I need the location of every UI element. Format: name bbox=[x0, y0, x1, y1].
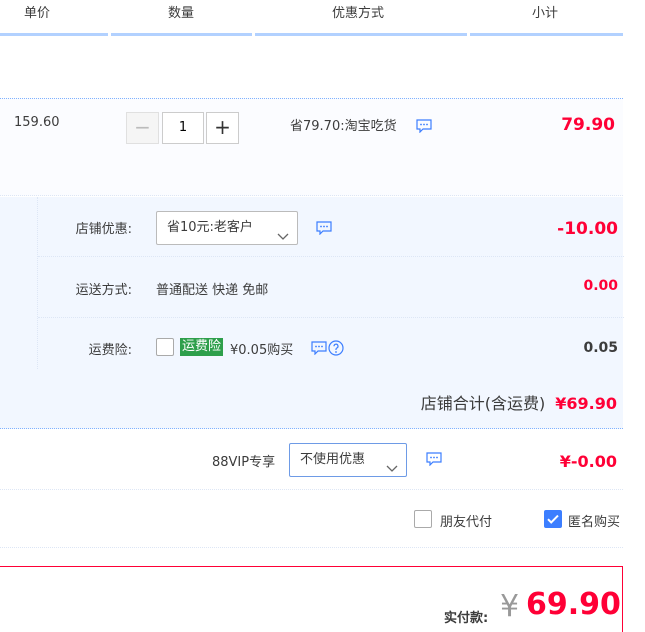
quantity-input[interactable]: 1 bbox=[162, 112, 204, 144]
insurance-label: 运费险: bbox=[88, 343, 132, 358]
chevron-down-icon bbox=[277, 223, 289, 240]
item-subtotal: 79.90 bbox=[561, 115, 615, 135]
anonymous-label: 匿名购买 bbox=[568, 515, 621, 530]
chat-icon[interactable] bbox=[416, 119, 432, 134]
vip-discount-select[interactable]: 不使用优惠 bbox=[289, 443, 407, 477]
chevron-down-icon bbox=[386, 455, 398, 472]
insurance-checkbox[interactable] bbox=[156, 338, 174, 356]
table-header: 单价 数量 优惠方式 小计 bbox=[0, 0, 623, 36]
payment-summary: 实付款: ¥ 69.90 bbox=[0, 566, 623, 632]
quantity-decrease-button[interactable]: − bbox=[126, 112, 159, 144]
quantity-increase-button[interactable]: + bbox=[206, 112, 239, 144]
header-divider bbox=[0, 33, 108, 36]
shop-section: 店铺优惠: 省10元:老客户 -10.00 运送方式: 普通配送 快递 免邮 0… bbox=[0, 197, 624, 429]
item-promo-text: 省79.70:淘宝吃货 bbox=[290, 119, 397, 134]
shop-discount-amount: -10.00 bbox=[557, 219, 618, 239]
shop-discount-select-value: 省10元:老客户 bbox=[167, 220, 253, 235]
shop-discount-row: 店铺优惠: 省10元:老客户 -10.00 bbox=[38, 197, 624, 257]
header-subtotal: 小计 bbox=[532, 6, 559, 21]
payment-label: 实付款: bbox=[444, 611, 489, 626]
shop-total-amount: ¥69.90 bbox=[555, 394, 617, 413]
header-quantity: 数量 bbox=[168, 6, 195, 21]
anonymous-checkbox[interactable] bbox=[544, 510, 562, 528]
insurance-tag: 运费险 bbox=[180, 338, 224, 356]
order-item-row: 159.60 − 1 + 省79.70:淘宝吃货 79.90 bbox=[0, 98, 623, 196]
shop-total-label: 店铺合计(含运费) bbox=[420, 394, 546, 413]
insurance-amount: 0.05 bbox=[583, 340, 618, 356]
item-unit-price: 159.60 bbox=[14, 115, 60, 130]
shipping-amount: 0.00 bbox=[583, 278, 618, 294]
vip-select-value: 不使用优惠 bbox=[300, 452, 366, 467]
vip-discount-amount: ¥-0.00 bbox=[559, 452, 617, 471]
vip-label: 88VIP专享 bbox=[212, 455, 276, 470]
shop-discount-select[interactable]: 省10元:老客户 bbox=[156, 211, 298, 245]
chat-icon[interactable] bbox=[311, 341, 327, 356]
chat-icon[interactable] bbox=[426, 452, 442, 467]
header-divider bbox=[470, 33, 623, 36]
payment-currency: ¥ bbox=[500, 589, 520, 624]
vip-discount-row: 88VIP专享 不使用优惠 ¥-0.00 bbox=[0, 430, 623, 490]
shop-discount-label: 店铺优惠: bbox=[75, 222, 132, 237]
header-discount-method: 优惠方式 bbox=[332, 6, 385, 21]
header-divider bbox=[255, 33, 467, 36]
friend-pay-label: 朋友代付 bbox=[440, 515, 493, 530]
shipping-row: 运送方式: 普通配送 快递 免邮 0.00 bbox=[38, 258, 624, 318]
insurance-price-text: ¥0.05购买 bbox=[230, 343, 294, 358]
friend-pay-checkbox[interactable] bbox=[414, 510, 432, 528]
shipping-label: 运送方式: bbox=[75, 283, 132, 298]
header-unit-price: 单价 bbox=[24, 6, 51, 21]
help-icon[interactable] bbox=[328, 340, 344, 356]
shop-details: 店铺优惠: 省10元:老客户 -10.00 运送方式: 普通配送 快递 免邮 0… bbox=[37, 197, 624, 369]
payment-amount: 69.90 bbox=[526, 587, 621, 622]
insurance-row: 运费险: 运费险 ¥0.05购买 0.05 bbox=[38, 319, 624, 379]
chat-icon[interactable] bbox=[316, 221, 332, 236]
shop-total: 店铺合计(含运费) ¥69.90 bbox=[421, 390, 617, 414]
shipping-method-text: 普通配送 快递 免邮 bbox=[156, 283, 269, 298]
header-divider bbox=[111, 33, 252, 36]
order-options-row: 朋友代付 匿名购买 bbox=[0, 491, 623, 548]
